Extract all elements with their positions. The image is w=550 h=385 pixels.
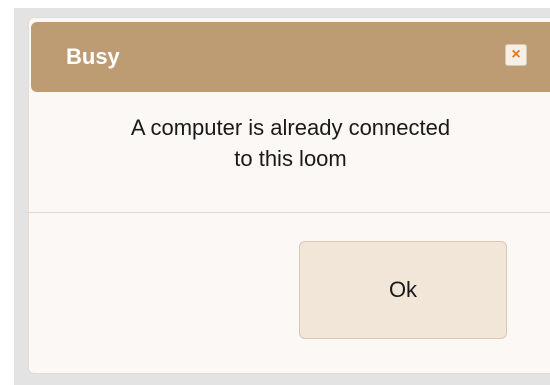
close-button[interactable]: × bbox=[505, 44, 527, 66]
window-frame-top bbox=[0, 0, 550, 8]
dialog-titlebar: Busy bbox=[31, 22, 550, 92]
ok-button[interactable]: Ok bbox=[299, 241, 507, 339]
dialog-divider bbox=[29, 212, 550, 213]
message-line-1: A computer is already connected bbox=[130, 115, 451, 140]
message-line-2: to this loom bbox=[234, 146, 347, 171]
window-frame-left bbox=[0, 0, 14, 385]
dialog-title: Busy bbox=[66, 44, 120, 69]
dialog-message: A computer is already connected to this … bbox=[31, 112, 550, 174]
close-icon: × bbox=[511, 46, 521, 63]
